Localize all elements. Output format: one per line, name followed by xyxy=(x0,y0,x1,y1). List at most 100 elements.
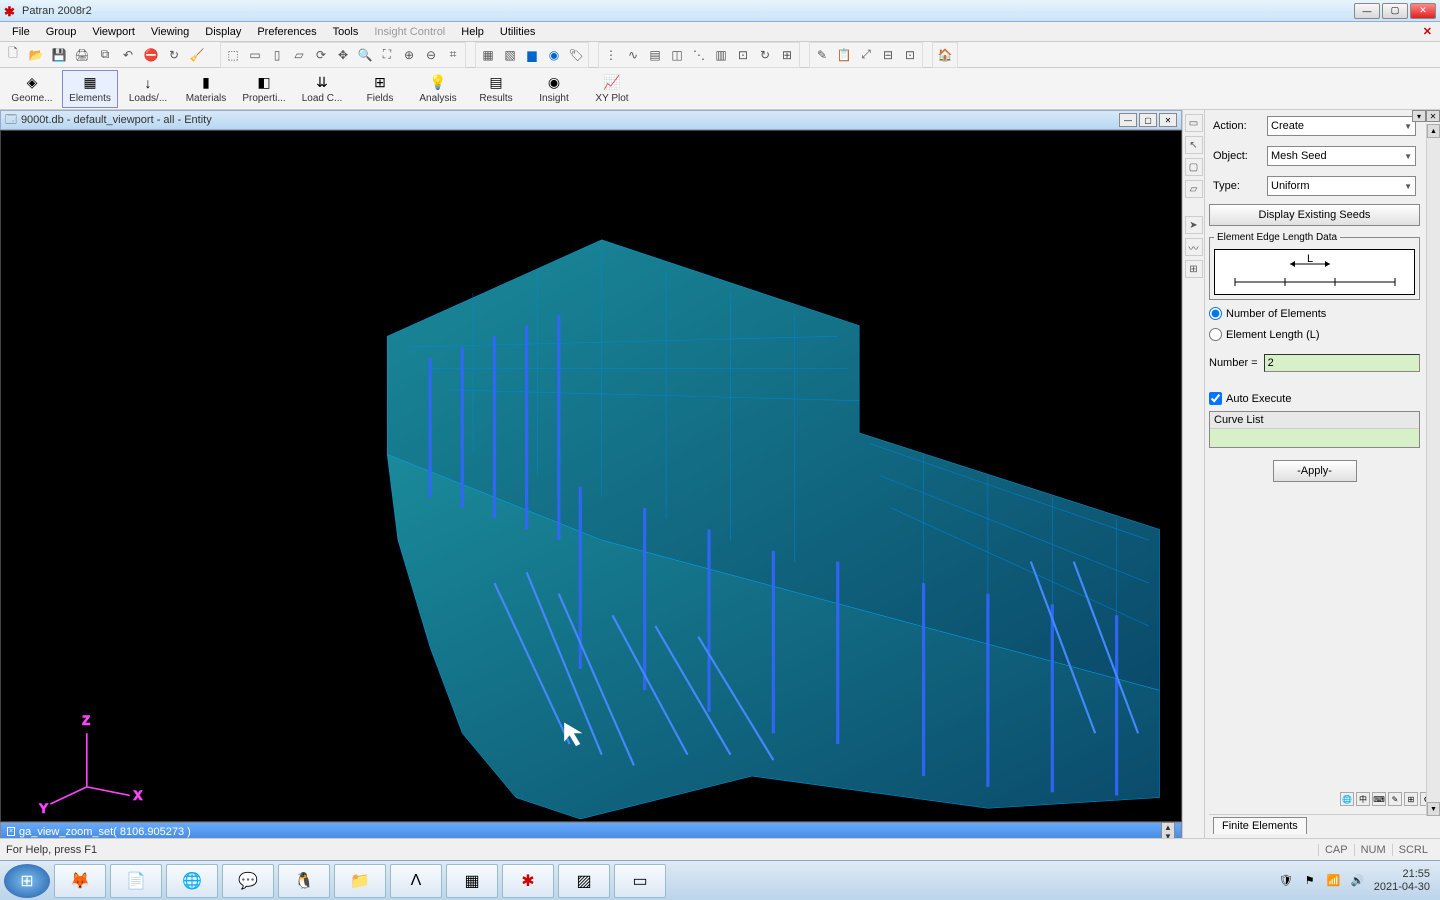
tray-ime1-icon[interactable]: ⌨ xyxy=(1372,792,1386,806)
geometry-button[interactable]: ◈Geome... xyxy=(4,70,60,108)
materials-button[interactable]: ▮Materials xyxy=(178,70,234,108)
wireframe-icon[interactable]: ▦ xyxy=(477,44,499,66)
panel-scrollbar[interactable]: ▲ ▼ xyxy=(1426,124,1440,816)
menu-help[interactable]: Help xyxy=(453,24,492,40)
menu-viewing[interactable]: Viewing xyxy=(143,24,197,40)
menu-display[interactable]: Display xyxy=(197,24,249,40)
abort-icon[interactable]: ⛔ xyxy=(140,44,162,66)
view-side-icon[interactable]: ▯ xyxy=(266,44,288,66)
tool-c-icon[interactable]: ⤢ xyxy=(855,44,877,66)
auto-execute-checkbox[interactable] xyxy=(1209,392,1222,405)
taskbar-ansys[interactable]: Λ xyxy=(390,864,442,898)
pick-poly-icon[interactable]: ▱ xyxy=(1185,180,1203,198)
tool-d-icon[interactable]: ⊟ xyxy=(877,44,899,66)
taskbar-app2[interactable]: ▨ xyxy=(558,864,610,898)
home-icon[interactable]: 🏠 xyxy=(934,44,956,66)
taskbar-qq[interactable]: 🐧 xyxy=(278,864,330,898)
menu-viewport[interactable]: Viewport xyxy=(84,24,143,40)
pick-filter-icon[interactable]: ▭ xyxy=(1185,114,1203,132)
panel-close-icon[interactable]: ✕ xyxy=(1426,110,1440,122)
fields-button[interactable]: ⊞Fields xyxy=(352,70,408,108)
history-close-icon[interactable]: × xyxy=(7,827,15,836)
taskbar-app3[interactable]: ▭ xyxy=(614,864,666,898)
zoom-out-icon[interactable]: ⊖ xyxy=(420,44,442,66)
tray-network-icon[interactable]: 📶 xyxy=(1326,873,1342,889)
pan-icon[interactable]: ✥ xyxy=(332,44,354,66)
minimize-button[interactable]: — xyxy=(1354,3,1380,19)
broom-icon[interactable]: 🧹 xyxy=(186,44,208,66)
viewport-close-button[interactable]: ✕ xyxy=(1159,113,1177,127)
pick-grid-icon[interactable]: ⊞ xyxy=(1185,260,1203,278)
zoom-in-icon[interactable]: ⊕ xyxy=(398,44,420,66)
menu-tools[interactable]: Tools xyxy=(325,24,367,40)
pick-screen-icon[interactable]: ⊞ xyxy=(776,44,798,66)
maximize-button[interactable]: ▢ xyxy=(1382,3,1408,19)
tray-ime3-icon[interactable]: ⊞ xyxy=(1404,792,1418,806)
number-input[interactable] xyxy=(1264,354,1420,372)
taskbar-notepad[interactable]: 📄 xyxy=(110,864,162,898)
open-icon[interactable]: 📂 xyxy=(25,44,47,66)
hidden-icon[interactable]: ▧ xyxy=(499,44,521,66)
menu-utilities[interactable]: Utilities xyxy=(492,24,543,40)
mdi-close-icon[interactable]: ✕ xyxy=(1419,25,1436,38)
loadcases-button[interactable]: ⇊Load C... xyxy=(294,70,350,108)
tab-finite-elements[interactable]: Finite Elements xyxy=(1213,817,1307,834)
fit-icon[interactable]: ⛶ xyxy=(376,44,398,66)
menu-insight-control[interactable]: Insight Control xyxy=(366,24,453,40)
save-icon[interactable]: 💾 xyxy=(48,44,70,66)
pick-node-icon[interactable]: ⋱ xyxy=(688,44,710,66)
smooth-icon[interactable]: ◉ xyxy=(543,44,565,66)
radio-number[interactable] xyxy=(1209,307,1222,320)
scroll-down-icon[interactable]: ▼ xyxy=(1427,802,1440,816)
rotate-icon[interactable]: ⟳ xyxy=(310,44,332,66)
taskbar-firefox[interactable]: 🦊 xyxy=(54,864,106,898)
panel-pin-icon[interactable]: ▾ xyxy=(1412,110,1426,122)
print-icon[interactable]: 🖨 xyxy=(71,44,93,66)
pick-wave-icon[interactable]: 〰 xyxy=(1185,238,1203,256)
tray-ime2-icon[interactable]: ✎ xyxy=(1388,792,1402,806)
pick-curve-icon[interactable]: ∿ xyxy=(622,44,644,66)
results-button[interactable]: ▤Results xyxy=(468,70,524,108)
zoom-box-icon[interactable]: ⌗ xyxy=(442,44,464,66)
analysis-button[interactable]: 💡Analysis xyxy=(410,70,466,108)
pick-elem-icon[interactable]: ▥ xyxy=(710,44,732,66)
viewport-min-button[interactable]: — xyxy=(1119,113,1137,127)
undo-icon[interactable]: ↶ xyxy=(117,44,139,66)
loads-button[interactable]: ↓Loads/... xyxy=(120,70,176,108)
xyplot-button[interactable]: 📈XY Plot xyxy=(584,70,640,108)
copy-icon[interactable]: ⧉ xyxy=(94,44,116,66)
pick-rect-icon[interactable]: ▢ xyxy=(1185,158,1203,176)
view-top-icon[interactable]: ▱ xyxy=(288,44,310,66)
tray-sound-icon[interactable]: 🔊 xyxy=(1350,873,1366,889)
apply-button[interactable]: -Apply- xyxy=(1273,460,1357,482)
pick-cursor-icon[interactable]: ↖ xyxy=(1185,136,1203,154)
close-button[interactable]: ✕ xyxy=(1410,3,1436,19)
menu-preferences[interactable]: Preferences xyxy=(249,24,324,40)
view-iso-icon[interactable]: ⬚ xyxy=(222,44,244,66)
radio-length-row[interactable]: Element Length (L) xyxy=(1209,327,1420,342)
menu-file[interactable]: File xyxy=(4,24,38,40)
shaded-icon[interactable]: ▆ xyxy=(521,44,543,66)
radio-length[interactable] xyxy=(1209,328,1222,341)
pick-surface-icon[interactable]: ▤ xyxy=(644,44,666,66)
viewport-3d-canvas[interactable]: Z Y X xyxy=(0,130,1182,822)
taskbar-wechat[interactable]: 💬 xyxy=(222,864,274,898)
tool-b-icon[interactable]: 📋 xyxy=(833,44,855,66)
taskbar-browser[interactable]: 🌐 xyxy=(166,864,218,898)
elements-button[interactable]: ▦Elements xyxy=(62,70,118,108)
type-dropdown[interactable]: Uniform▼ xyxy=(1267,176,1416,196)
taskbar-app1[interactable]: ▦ xyxy=(446,864,498,898)
system-clock[interactable]: 21:55 2021-04-30 xyxy=(1374,868,1430,892)
properties-button[interactable]: ◧Properti... xyxy=(236,70,292,108)
pick-solid-icon[interactable]: ◫ xyxy=(666,44,688,66)
tray-flag-icon[interactable]: ⚑ xyxy=(1302,873,1318,889)
tray-shield-icon[interactable]: 🛡 xyxy=(1278,873,1294,889)
pick-cycle-icon[interactable]: ↻ xyxy=(754,44,776,66)
tool-e-icon[interactable]: ⊡ xyxy=(899,44,921,66)
insight-button[interactable]: ◉Insight xyxy=(526,70,582,108)
label-icon[interactable]: 🏷 xyxy=(565,44,587,66)
tray-globe-icon[interactable]: 🌐 xyxy=(1340,792,1354,806)
new-icon[interactable]: 🗋 xyxy=(2,44,24,66)
curve-list-input[interactable] xyxy=(1210,429,1419,447)
taskbar-explorer[interactable]: 📁 xyxy=(334,864,386,898)
